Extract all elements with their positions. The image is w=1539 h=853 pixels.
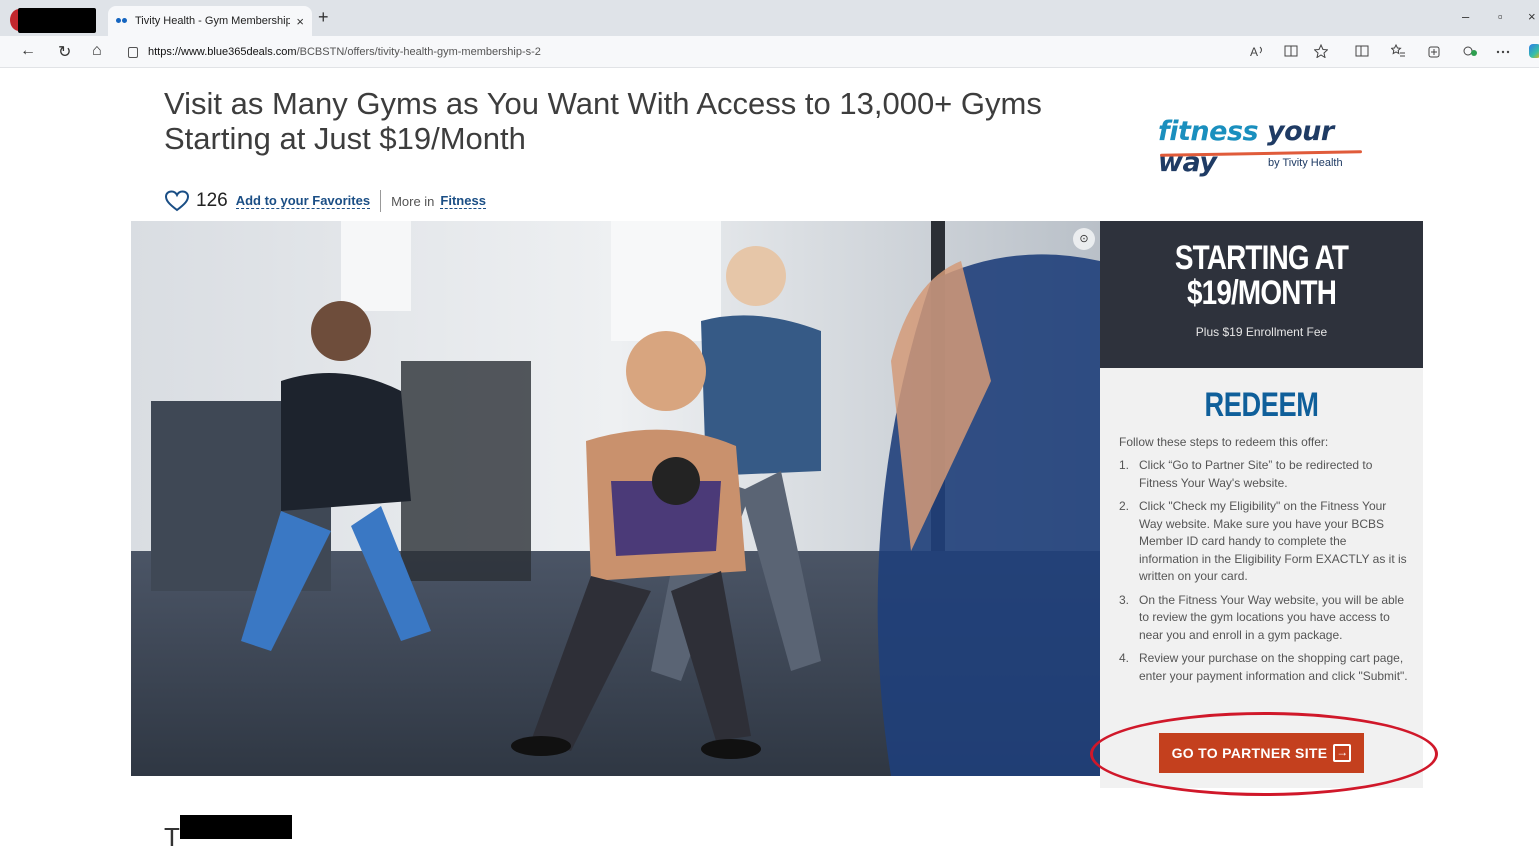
- back-button[interactable]: ←: [20, 42, 36, 60]
- category-link-fitness[interactable]: Fitness: [440, 193, 486, 209]
- heart-icon[interactable]: [164, 189, 190, 213]
- address-bar-row: ← ↻ ⌂ https://www.blue365deals.com/BCBST…: [0, 36, 1539, 68]
- price-panel: STARTING AT $19/MONTH Plus $19 Enrollmen…: [1100, 221, 1423, 368]
- minimize-button[interactable]: –: [1462, 9, 1469, 24]
- tab-favicon-icon: [116, 17, 128, 25]
- step-number: 1.: [1119, 458, 1130, 472]
- visual-search-icon[interactable]: ⊙: [1073, 228, 1095, 250]
- restore-button[interactable]: ▫: [1498, 9, 1503, 24]
- immersive-reader-icon[interactable]: [1284, 44, 1298, 58]
- enrollment-fee: Plus $19 Enrollment Fee: [1195, 325, 1328, 339]
- redacted-block: [180, 815, 292, 839]
- step-text: Click “Go to Partner Site” to be redirec…: [1139, 458, 1373, 490]
- step-number: 4.: [1119, 651, 1130, 665]
- logo-word-fitness: fitness: [1158, 116, 1259, 147]
- tab-close-icon[interactable]: ×: [296, 14, 304, 29]
- step-item: 4. Review your purchase on the shopping c…: [1119, 650, 1409, 685]
- offer-headline: Visit as Many Gyms as You Want With Acce…: [164, 86, 1042, 156]
- step-text: On the Fitness Your Way website, you wil…: [1139, 592, 1405, 642]
- url-input[interactable]: https://www.blue365deals.com/BCBSTN/offe…: [128, 40, 1268, 64]
- step-number: 3.: [1119, 592, 1130, 607]
- active-tab[interactable]: Tivity Health - Gym Membership ×: [108, 6, 312, 36]
- url-host: https://www.blue365deals.com: [148, 46, 297, 58]
- fitness-your-way-logo: fitness your way by Tivity Health: [1158, 116, 1378, 178]
- price-heading: STARTING AT $19/MONTH: [1174, 239, 1349, 312]
- split-screen-icon[interactable]: [1355, 44, 1369, 58]
- step-text: Review your purchase on the shopping car…: [1139, 651, 1408, 683]
- offer-meta: 126 Add to your Favorites More in Fitnes…: [164, 188, 486, 214]
- external-link-icon: →: [1333, 744, 1352, 762]
- favorites-count: 126: [196, 190, 228, 211]
- add-to-favorites-link[interactable]: Add to your Favorites: [235, 193, 371, 209]
- read-aloud-icon[interactable]: A: [1250, 44, 1264, 58]
- step-item: 3. On the Fitness Your Way website, you w…: [1119, 592, 1409, 645]
- step-item: 1. Click “Go to Partner Site” to be redir…: [1119, 457, 1409, 492]
- step-number: 2.: [1119, 499, 1130, 513]
- cta-label: GO TO PARTNER SITE: [1171, 745, 1328, 761]
- svg-text:A: A: [1250, 45, 1258, 58]
- favorite-star-icon[interactable]: [1314, 44, 1328, 58]
- redacted-block: [18, 8, 96, 33]
- favorites-icon[interactable]: [1391, 44, 1405, 58]
- steps-intro: Follow these steps to redeem this offer:: [1119, 435, 1329, 449]
- url-path: /BCBSTN/offers/tivity-health-gym-members…: [296, 46, 541, 58]
- home-button[interactable]: ⌂: [92, 42, 102, 60]
- go-to-partner-site-button[interactable]: GO TO PARTNER SITE →: [1159, 733, 1364, 773]
- divider: [380, 190, 382, 212]
- refresh-button[interactable]: ↻: [58, 42, 71, 62]
- collections-icon[interactable]: [1427, 44, 1441, 58]
- tab-title: Tivity Health - Gym Membership: [135, 15, 291, 27]
- step-text: Click "Check my Eligibility" on the Fitn…: [1139, 499, 1407, 583]
- hero-photo: [131, 221, 1100, 776]
- copilot-icon[interactable]: [1529, 44, 1539, 58]
- redeem-steps: 1. Click “Go to Partner Site” to be redir…: [1119, 457, 1409, 691]
- lock-icon: [128, 46, 138, 58]
- more-icon[interactable]: [1496, 44, 1510, 58]
- logo-byline: by Tivity Health: [1268, 157, 1343, 169]
- redeem-title: REDEEM: [1204, 386, 1319, 424]
- redeem-panel: REDEEM Follow these steps to redeem this…: [1100, 368, 1423, 788]
- browser-tab-bar: Tivity Health - Gym Membership × + – ▫ ×: [0, 0, 1539, 36]
- extensions-icon[interactable]: [1463, 44, 1479, 58]
- new-tab-button[interactable]: +: [318, 7, 329, 28]
- hero-image: [131, 221, 1100, 776]
- more-in-label: More in: [391, 193, 435, 209]
- section-heading-partial: T: [164, 822, 180, 852]
- close-window-button[interactable]: ×: [1528, 9, 1536, 24]
- step-item: 2. Click "Check my Eligibility" on the Fi…: [1119, 498, 1409, 586]
